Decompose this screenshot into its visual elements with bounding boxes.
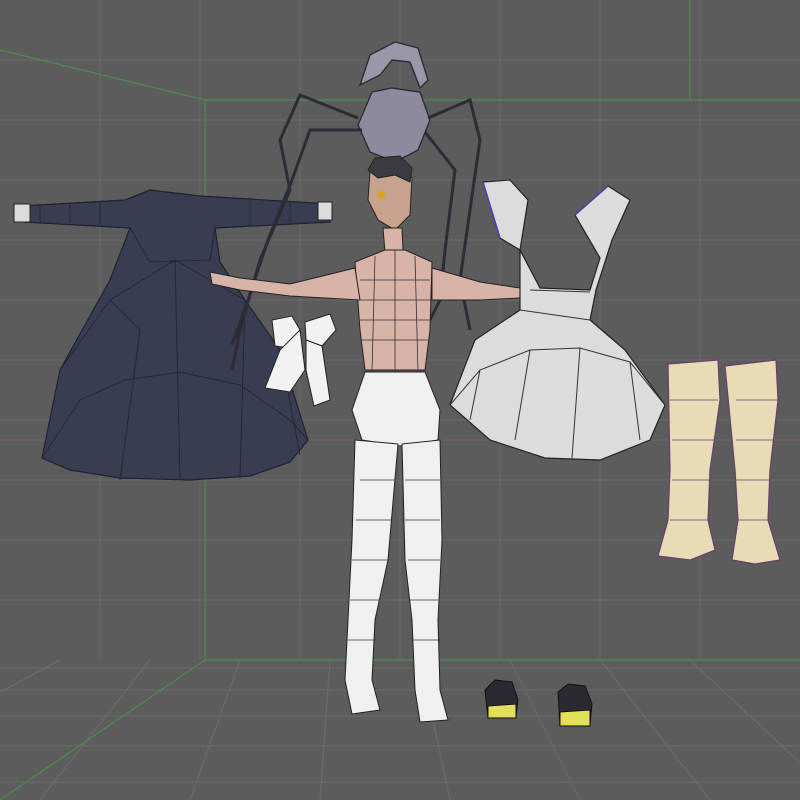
scene [0,0,800,800]
figure-eye [377,191,385,199]
left-cuff [13,203,31,223]
right-cuff [317,201,333,221]
3d-viewport[interactable] [0,0,800,800]
